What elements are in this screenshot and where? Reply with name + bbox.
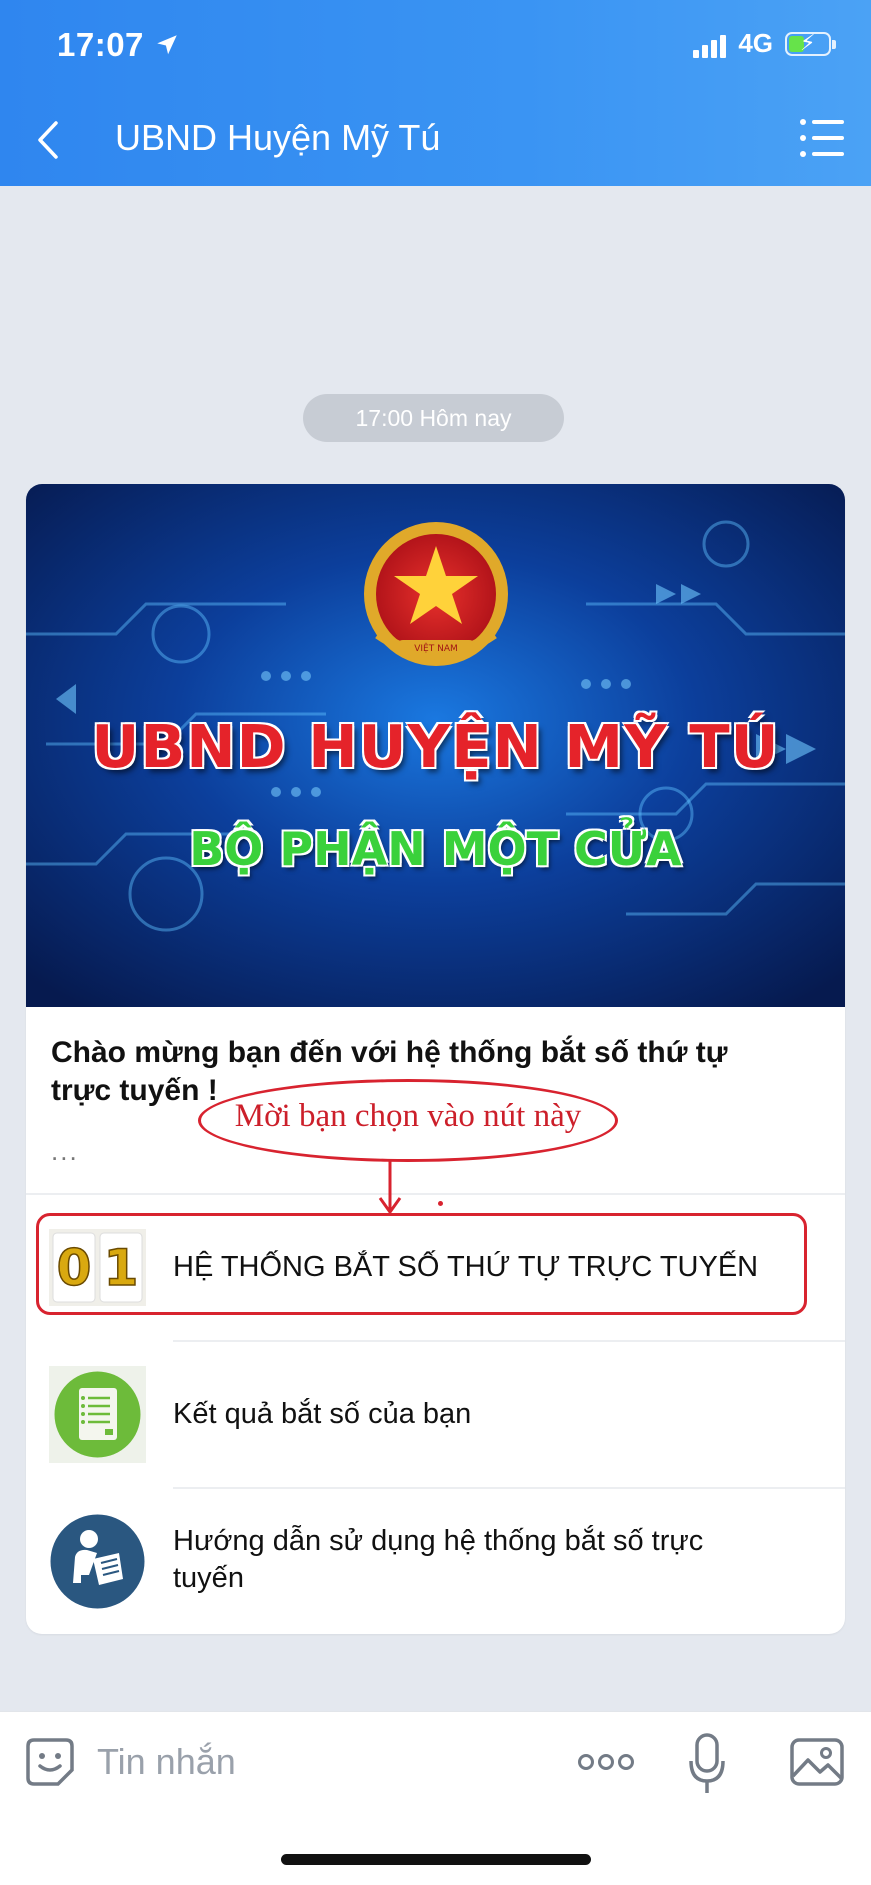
gallery-button[interactable] <box>790 1738 844 1786</box>
banner-image[interactable]: VIỆT NAM UBND HUYỆN MỸ TÚ BỘ PHẬN MỘT CỬ… <box>26 484 845 1007</box>
more-dots-icon <box>578 1754 634 1770</box>
user-guide-icon <box>50 1514 145 1609</box>
sticker-button[interactable] <box>24 1736 76 1788</box>
national-emblem-icon: VIỆT NAM <box>364 522 508 666</box>
menu-item-label: Hướng dẫn sử dụng hệ thống bắt số trực t… <box>173 1525 704 1594</box>
message-card: VIỆT NAM UBND HUYỆN MỸ TÚ BỘ PHẬN MỘT CỬ… <box>26 484 845 1634</box>
sticker-icon <box>26 1738 74 1786</box>
back-button[interactable] <box>28 116 68 164</box>
page-title: UBND Huyện Mỹ Tú <box>115 117 441 158</box>
more-options-button[interactable] <box>578 1750 634 1774</box>
chevron-left-icon <box>38 121 58 159</box>
list-menu-icon <box>800 119 844 157</box>
app-header: 17:07 4G ⚡ UBND Huyện Mỹ Tú <box>0 0 871 186</box>
annotation-arrow-icon <box>378 1160 402 1215</box>
banner-subtitle: BỘ PHẬN MỘT CỬA <box>189 822 682 876</box>
annotation-highlight-box <box>36 1213 807 1315</box>
menu-button[interactable] <box>798 116 846 164</box>
voice-message-button[interactable] <box>688 1733 726 1795</box>
annotation-dot <box>438 1201 443 1206</box>
microphone-icon <box>689 1733 725 1793</box>
image-icon <box>790 1738 844 1786</box>
home-indicator <box>281 1854 591 1865</box>
svg-text:VIỆT NAM: VIỆT NAM <box>414 642 458 654</box>
status-indicators: 4G ⚡ <box>693 28 836 59</box>
status-time: 17:07 <box>57 26 180 64</box>
signal-icon <box>693 30 727 58</box>
annotation-text: Mời bạn chọn vào nút này <box>234 1098 582 1134</box>
menu-item-label: Kết quả bắt số của bạn <box>173 1398 472 1430</box>
status-time-text: 17:07 <box>57 26 144 63</box>
results-list-icon <box>49 1366 146 1463</box>
network-type: 4G <box>738 28 773 58</box>
message-input[interactable] <box>97 1738 517 1786</box>
battery-charging-icon: ⚡ <box>785 30 836 56</box>
banner-title: UBND HUYỆN MỸ TÚ <box>91 712 780 781</box>
more-text-ellipsis[interactable]: ... <box>51 1136 79 1167</box>
menu-item-ket-qua[interactable]: Kết quả bắt số của bạn <box>26 1342 845 1487</box>
location-arrow-icon <box>157 35 177 55</box>
chat-timestamp: 17:00 Hôm nay <box>303 394 564 442</box>
menu-item-huong-dan[interactable]: Hướng dẫn sử dụng hệ thống bắt số trực t… <box>26 1489 845 1634</box>
